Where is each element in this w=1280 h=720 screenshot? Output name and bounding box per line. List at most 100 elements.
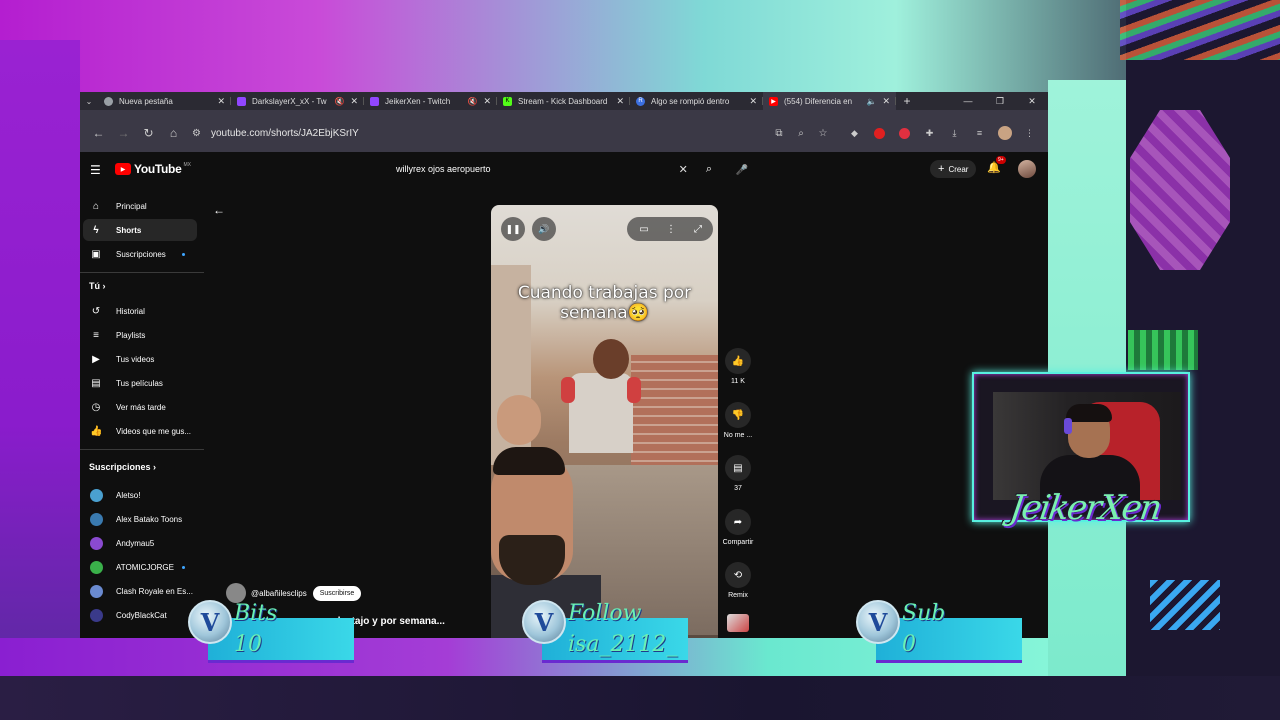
restore-icon[interactable]: ❐ [984, 92, 1016, 110]
sidebar-item-ver-mas-tarde[interactable]: ◷ Ver más tarde [83, 396, 197, 418]
search-input[interactable]: willyrex ojos aeropuerto ✕ ⌕ [388, 159, 718, 179]
close-tab-icon[interactable]: ✕ [882, 96, 890, 107]
sidebar-channel-atomicjorge[interactable]: ATOMICJORGE [83, 556, 197, 578]
section-subscriptions-header[interactable]: Suscripciones › [89, 462, 156, 472]
menu-kebab-icon[interactable]: ⋮ [1017, 126, 1042, 140]
profile-icon[interactable] [992, 126, 1017, 140]
dislike-button[interactable]: 👎 No me ... [720, 402, 756, 439]
audio-thumbnail [727, 614, 749, 632]
share-button[interactable]: ➦ Compartir [720, 509, 756, 546]
clear-search-icon[interactable]: ✕ [679, 163, 688, 176]
mute-icon[interactable]: 🔇 [334, 97, 344, 106]
extension-diamond-icon[interactable]: ◆ [842, 126, 867, 140]
share-label: Compartir [722, 539, 754, 546]
like-count: 11 K [731, 378, 745, 385]
forward-icon[interactable]: → [111, 121, 136, 146]
dislike-label: No me ... [723, 432, 753, 439]
media-control-icon[interactable]: ≡ [967, 126, 992, 140]
sidebar-item-tus-videos[interactable]: ▶ Tus videos [83, 348, 197, 370]
fullscreen-icon[interactable]: ⤢ [688, 219, 708, 239]
cast-icon[interactable]: ⧉ [768, 128, 790, 139]
sidebar-channel-alex-batako[interactable]: Alex Batako Toons [83, 508, 197, 530]
channel-name[interactable]: @albañilesclips [251, 589, 307, 598]
section-you-title: Tú [89, 281, 100, 291]
tab-5-active[interactable]: ▶ (554) Diferencia en 🔈 ✕ [763, 92, 896, 110]
zoom-icon[interactable]: ⌕ [790, 128, 812, 139]
volume-icon[interactable]: 🔊 [532, 217, 556, 241]
tab-4[interactable]: R Algo se rompió dentro ✕ [630, 92, 763, 110]
close-tab-icon[interactable]: ✕ [749, 96, 757, 107]
logo-text: YouTube [134, 162, 182, 176]
reload-icon[interactable]: ↻ [136, 121, 161, 146]
minimize-icon[interactable]: — [952, 92, 984, 110]
sidebar-item-label: Shorts [116, 225, 142, 235]
youtube-logo[interactable]: ▶ YouTube MX [115, 162, 191, 176]
section-you-header[interactable]: Tú › [89, 281, 106, 291]
thumb-up-icon: 👍 [90, 425, 103, 437]
sidebar-item-tus-peliculas[interactable]: ▤ Tus películas [83, 372, 197, 394]
pause-icon[interactable]: ❚❚ [501, 217, 525, 241]
comments-button[interactable]: ▤ 37 [720, 455, 756, 492]
close-tab-icon[interactable]: ✕ [217, 96, 225, 107]
sound-thumbnail[interactable] [720, 614, 756, 632]
download-icon[interactable]: ⤓ [942, 126, 967, 140]
tab-3[interactable]: K Stream - Kick Dashboard ✕ [497, 92, 630, 110]
account-avatar[interactable] [1018, 160, 1036, 178]
create-button[interactable]: + Crear [930, 160, 977, 178]
home-icon[interactable]: ⌂ [161, 121, 186, 146]
close-tab-icon[interactable]: ✕ [616, 96, 624, 107]
new-content-dot [182, 252, 185, 256]
mute-icon[interactable]: 🔇 [467, 97, 477, 106]
back-icon[interactable]: ← [86, 121, 111, 146]
search-icon[interactable]: ⌕ [706, 163, 712, 176]
follow-alert: V Follow isa_2112_ [522, 600, 692, 662]
new-content-dot [182, 565, 185, 569]
follow-label: Follow [568, 601, 642, 626]
sidebar-channel-clash-royale[interactable]: Clash Royale en Es... [83, 580, 197, 602]
masthead: ☰ ▶ YouTube MX willyrex ojos aeropuerto … [80, 152, 1048, 186]
video-scene-worker [569, 373, 633, 453]
hamburger-menu-icon[interactable]: ☰ [90, 163, 101, 177]
captions-icon[interactable]: ▭ [634, 219, 654, 239]
microphone-icon[interactable]: 🎤 [732, 160, 752, 180]
streamer-name-logo: JeikerXen [1007, 488, 1163, 528]
speaker-icon[interactable]: 🔈 [866, 97, 876, 106]
new-tab-button[interactable]: + [896, 94, 918, 108]
webcam-headset [1064, 418, 1072, 434]
twitch-icon [370, 96, 379, 106]
tab-1[interactable]: DarkslayerX_xX - Tw 🔇 ✕ [231, 92, 364, 110]
sidebar-item-shorts[interactable]: ϟ Shorts [83, 219, 197, 241]
bookmark-star-icon[interactable]: ☆ [812, 128, 834, 139]
adblock-icon[interactable] [892, 126, 917, 140]
sidebar-channel-andymau5[interactable]: Andymau5 [83, 532, 197, 554]
tab-0[interactable]: Nueva pestaña ✕ [98, 92, 231, 110]
shorts-icon: ϟ [93, 224, 99, 236]
extensions-puzzle-icon[interactable]: ✚ [917, 126, 942, 140]
sidebar-item-suscripciones[interactable]: ▣ Suscripciones [83, 243, 197, 265]
sidebar-item-principal[interactable]: ⌂ Principal [83, 195, 197, 217]
close-window-icon[interactable]: ✕ [1016, 92, 1048, 110]
tab-search-chevron-icon[interactable]: ⌄ [80, 92, 98, 110]
webcam-streamer-hair [1066, 404, 1112, 422]
extension-red-icon[interactable] [867, 126, 892, 140]
back-arrow-icon[interactable]: ← [213, 203, 225, 217]
v-bucks-coin-icon: V [522, 600, 566, 644]
site-info-icon[interactable]: ⚙ [192, 128, 201, 139]
close-tab-icon[interactable]: ✕ [350, 96, 358, 107]
sidebar-channel-aletso[interactable]: Aletso! [83, 484, 197, 506]
like-button[interactable]: 👍 11 K [720, 348, 756, 385]
sidebar-channel-codyblackcat[interactable]: CodyBlackCat [83, 604, 197, 626]
sidebar-item-historial[interactable]: ↺ Historial [83, 300, 197, 322]
subscribe-button[interactable]: Suscribirse [312, 585, 362, 601]
video-scene-man-hair [493, 447, 565, 475]
remix-button[interactable]: ⟲ Remix [720, 562, 756, 599]
sidebar-item-playlists[interactable]: ≡ Playlists [83, 324, 197, 346]
more-options-icon[interactable]: ⋮ [661, 219, 681, 239]
sidebar-item-videos-que-me-gustan[interactable]: 👍 Videos que me gus... [83, 420, 197, 442]
pixel-art-blue [1150, 580, 1220, 630]
shorts-video-player[interactable]: Cuando trabajas por semana🥺 ❚❚ 🔊 ▭ ⋮ ⤢ [491, 205, 718, 638]
tab-2[interactable]: JeikerXen - Twitch 🔇 ✕ [364, 92, 497, 110]
close-tab-icon[interactable]: ✕ [483, 96, 491, 107]
address-bar[interactable]: ⚙ youtube.com/shorts/JA2EbjKSrIY [192, 122, 762, 144]
caption-line-1: Cuando trabajas por [517, 283, 692, 303]
